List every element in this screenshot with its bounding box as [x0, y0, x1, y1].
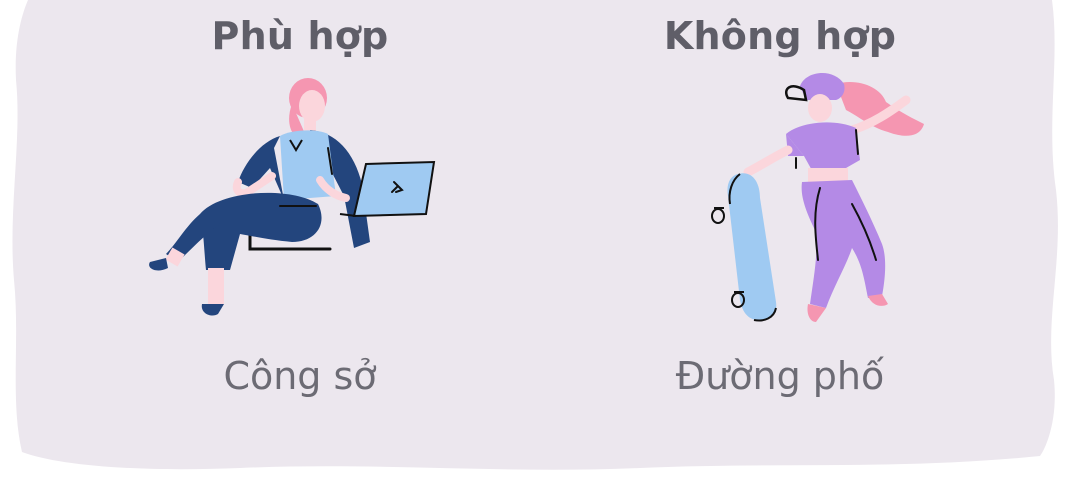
- column-unsuitable: Không hợp Đường phố: [570, 0, 990, 480]
- caption-office: Công sở: [223, 354, 377, 398]
- heading-suitable: Phù hợp: [211, 14, 389, 58]
- office-woman-laptop-icon: [149, 78, 436, 316]
- comparison-card: Phù hợp Công sở Không hợp Đường phố: [0, 0, 1080, 480]
- heading-unsuitable: Không hợp: [663, 14, 897, 58]
- street-skater-girl-icon: [711, 72, 924, 322]
- column-suitable: Phù hợp Công sở: [90, 0, 510, 480]
- caption-street: Đường phố: [675, 354, 885, 398]
